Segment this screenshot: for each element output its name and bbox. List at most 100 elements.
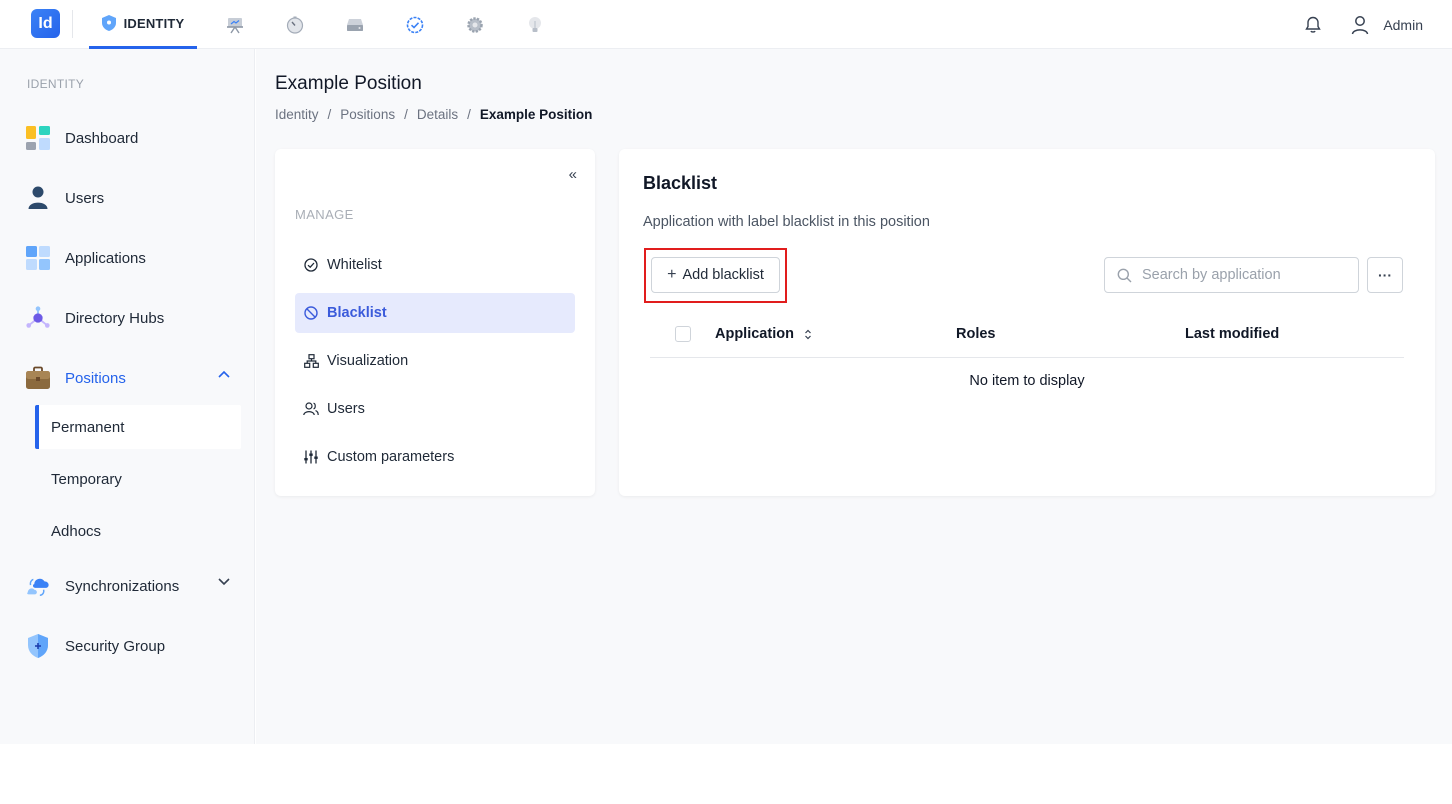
- sidebar-item-applications[interactable]: Applications: [25, 240, 240, 276]
- user-name[interactable]: Admin: [1383, 17, 1423, 33]
- sidebar-subitem-permanent[interactable]: Permanent: [35, 405, 241, 449]
- breadcrumb-current: Example Position: [479, 107, 593, 122]
- manage-section-label: MANAGE: [295, 207, 354, 222]
- sidebar-item-label: Users: [65, 189, 105, 207]
- more-options-button[interactable]: ···: [1367, 257, 1403, 293]
- manage-item-label: Blacklist: [327, 305, 387, 321]
- manage-item-label: Users: [327, 401, 365, 417]
- search-box[interactable]: [1104, 257, 1359, 293]
- select-all-checkbox[interactable]: [675, 326, 691, 342]
- manage-item-label: Custom parameters: [327, 449, 455, 465]
- search-input[interactable]: [1142, 267, 1342, 283]
- sidebar-item-label: Synchronizations: [65, 577, 180, 595]
- idea-module-tab[interactable]: [520, 0, 550, 49]
- settings-module-tab[interactable]: [460, 0, 490, 49]
- breadcrumb-details[interactable]: Details: [417, 107, 458, 122]
- search-icon: [1117, 268, 1132, 282]
- sidebar-subitem-label: Temporary: [51, 470, 122, 488]
- column-application[interactable]: Application: [715, 326, 812, 342]
- blacklist-panel: Blacklist Application with label blackli…: [619, 149, 1435, 496]
- check-circle-icon: [303, 257, 319, 273]
- logo-divider: [72, 10, 73, 38]
- briefcase-icon: [25, 365, 51, 391]
- user-icon: [25, 185, 51, 211]
- check-circle-icon: [406, 16, 424, 33]
- sidebar: IDENTITY Dashboard Users Applications Di…: [0, 49, 255, 744]
- presentation-icon: [227, 17, 243, 33]
- breadcrumb-separator: /: [467, 107, 471, 122]
- sidebar-item-dashboard[interactable]: Dashboard: [25, 120, 240, 156]
- breadcrumb-separator: /: [327, 107, 332, 122]
- sidebar-item-synchronizations[interactable]: Synchronizations: [25, 568, 240, 604]
- sidebar-item-label: Directory Hubs: [65, 309, 165, 327]
- column-label: Last modified: [1185, 326, 1280, 342]
- bottom-blank-area: [0, 744, 1452, 804]
- column-label: Roles: [956, 326, 996, 342]
- manage-item-label: Visualization: [327, 353, 409, 369]
- add-blacklist-button[interactable]: + Add blacklist: [651, 257, 780, 293]
- manage-item-label: Whitelist: [327, 257, 382, 273]
- sidebar-section-label: IDENTITY: [27, 77, 85, 91]
- sidebar-item-security-group[interactable]: Security Group: [25, 628, 240, 664]
- manage-item-custom-parameters[interactable]: Custom parameters: [295, 437, 575, 477]
- storage-module-tab[interactable]: [340, 0, 370, 49]
- shield-icon: [101, 15, 116, 31]
- blacklist-title: Blacklist: [643, 173, 718, 193]
- sidebar-item-positions[interactable]: Positions: [25, 360, 240, 396]
- identity-module-label: IDENTITY: [123, 15, 185, 31]
- top-navigation-bar: Id IDENTITY Admin: [0, 0, 1452, 49]
- breadcrumb: Identity / Positions / Details / Example…: [275, 107, 592, 122]
- sidebar-item-label: Dashboard: [65, 129, 139, 147]
- blacklist-description: Application with label blacklist in this…: [643, 214, 930, 230]
- sidebar-item-label: Applications: [65, 249, 146, 267]
- block-icon: [303, 305, 319, 321]
- presentation-module-tab[interactable]: [220, 0, 250, 49]
- plus-icon: +: [667, 266, 677, 283]
- empty-state-text: No item to display: [969, 373, 1085, 389]
- dashboard-icon: [25, 125, 51, 151]
- bell-icon[interactable]: [1305, 16, 1322, 34]
- sidebar-subitem-adhocs[interactable]: Adhocs: [35, 509, 241, 553]
- sidebar-item-users[interactable]: Users: [25, 180, 240, 216]
- shield-icon: [25, 633, 51, 659]
- add-blacklist-label: Add blacklist: [682, 267, 764, 283]
- hub-icon: [25, 305, 51, 331]
- applications-icon: [25, 245, 51, 271]
- timer-icon: [286, 16, 304, 34]
- table-header: Application Roles Last modified: [650, 313, 1404, 358]
- column-last-modified: Last modified: [1185, 326, 1279, 342]
- identity-module-tab[interactable]: IDENTITY: [89, 0, 197, 49]
- sidebar-item-directory-hubs[interactable]: Directory Hubs: [25, 300, 240, 336]
- chevron-down-icon[interactable]: [218, 578, 230, 586]
- sidebar-subitem-label: Permanent: [51, 418, 125, 436]
- sidebar-item-label: Positions: [65, 369, 126, 387]
- page-title: Example Position: [275, 73, 422, 94]
- sidebar-subitem-temporary[interactable]: Temporary: [35, 457, 241, 501]
- gear-icon: [467, 16, 483, 33]
- column-roles: Roles: [956, 326, 996, 342]
- user-area: Admin: [1305, 0, 1452, 49]
- breadcrumb-identity[interactable]: Identity: [275, 107, 319, 122]
- sort-icon[interactable]: [804, 329, 812, 340]
- sliders-icon: [303, 449, 319, 465]
- sidebar-subitem-label: Adhocs: [51, 522, 102, 540]
- manage-item-blacklist[interactable]: Blacklist: [295, 293, 575, 333]
- timer-module-tab[interactable]: [280, 0, 310, 49]
- app-logo[interactable]: Id: [31, 9, 60, 38]
- manage-item-whitelist[interactable]: Whitelist: [295, 245, 575, 285]
- manage-item-users[interactable]: Users: [295, 389, 575, 429]
- manage-item-visualization[interactable]: Visualization: [295, 341, 575, 381]
- chevron-up-icon[interactable]: [218, 370, 230, 378]
- breadcrumb-positions[interactable]: Positions: [340, 107, 395, 122]
- main-content: Example Position Identity / Positions / …: [256, 49, 1452, 744]
- org-chart-icon: [303, 353, 319, 369]
- user-icon[interactable]: [1351, 15, 1369, 35]
- check-module-tab[interactable]: [400, 0, 430, 49]
- manage-panel: « MANAGE Whitelist Blacklist Visualizati…: [275, 149, 595, 496]
- users-icon: [303, 401, 319, 417]
- cloud-sync-icon: [25, 573, 51, 599]
- column-label: Application: [715, 326, 794, 342]
- collapse-panel-button[interactable]: «: [569, 166, 577, 183]
- lightbulb-icon: [529, 16, 541, 32]
- drive-icon: [347, 18, 363, 31]
